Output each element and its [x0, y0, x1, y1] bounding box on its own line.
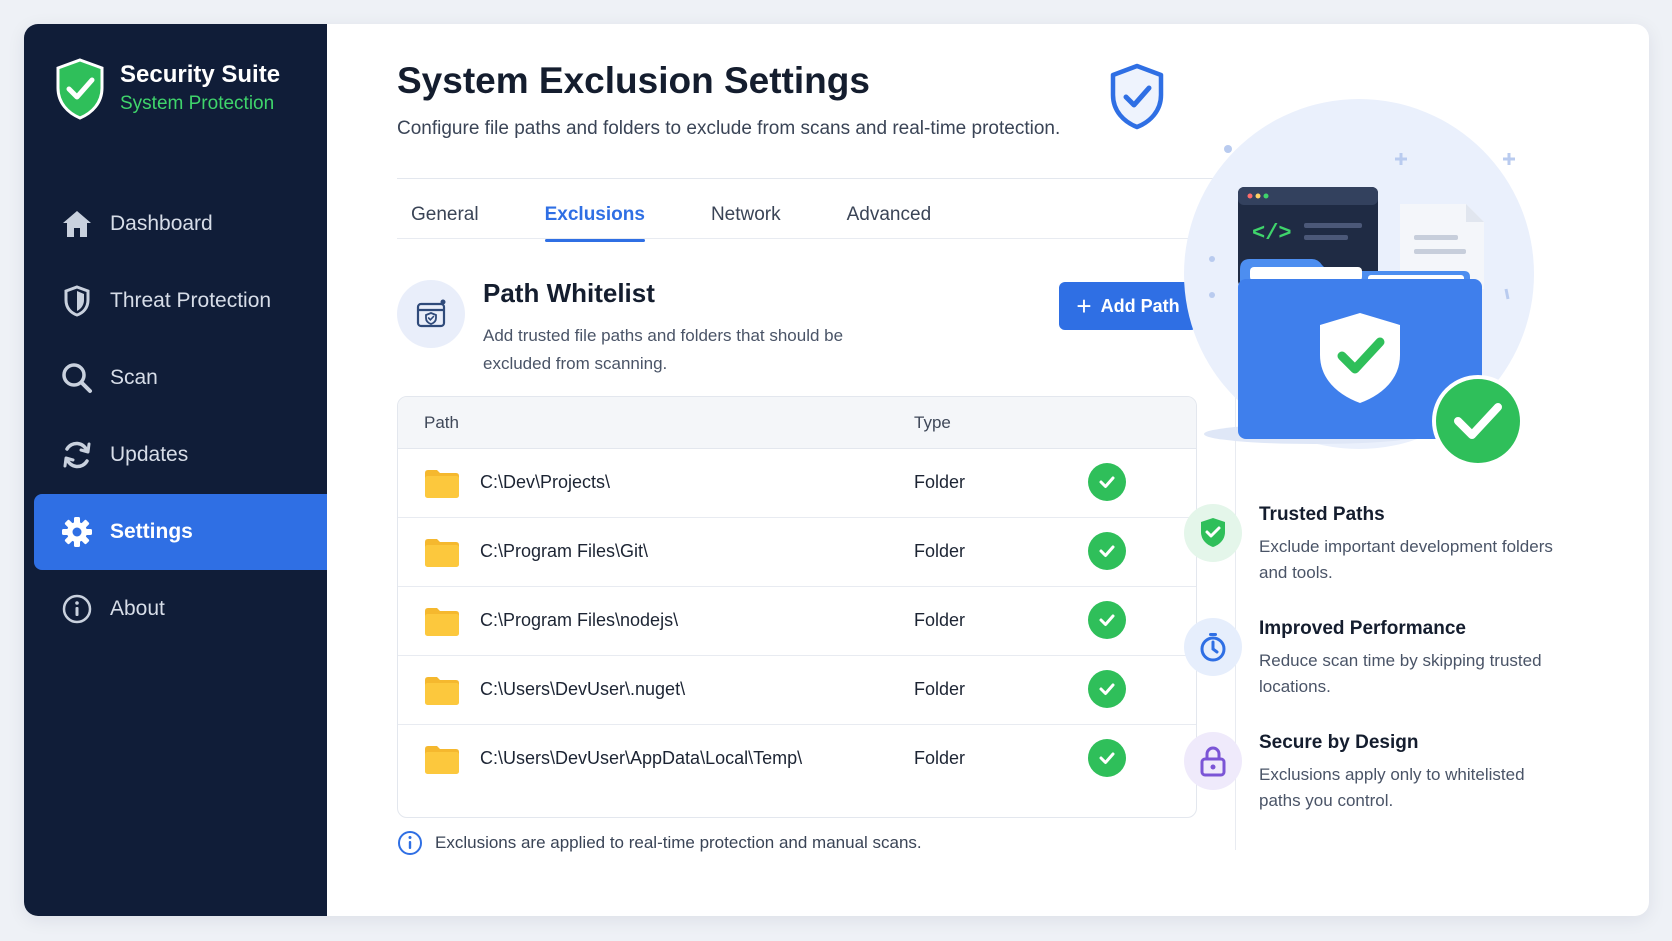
settings-tabs: General Exclusions Network Advanced [397, 204, 983, 242]
feature-title: Secure by Design [1259, 732, 1419, 753]
app-window: Security Suite System Protection Dashboa… [24, 24, 1649, 916]
plus-icon: + [1076, 291, 1092, 321]
tab-general[interactable]: General [397, 204, 493, 242]
type-cell: Folder [914, 748, 966, 768]
lock-icon [1184, 732, 1242, 790]
page-subtitle: Configure file paths and folders to excl… [397, 118, 1061, 139]
column-header-type: Type [914, 413, 951, 432]
page-title: System Exclusion Settings [397, 60, 870, 101]
feature-description: Reduce scan time by skipping trusted loc… [1259, 651, 1542, 696]
path-cell: C:\Dev\Projects\ [480, 472, 611, 492]
sidebar: Security Suite System Protection Dashboa… [24, 24, 327, 916]
brand-title: Security Suite [120, 61, 281, 88]
shield-check-icon [1184, 504, 1242, 562]
stopwatch-icon [1184, 618, 1242, 676]
feature-description: Exclude important development folders an… [1259, 537, 1553, 582]
shield-icon [60, 284, 94, 318]
info-icon [398, 831, 422, 855]
sidebar-item-label: Scan [110, 366, 158, 389]
check-icon [1088, 463, 1126, 501]
sidebar-item-label: Updates [110, 443, 189, 466]
check-icon [1088, 601, 1126, 639]
sidebar-item-label: Dashboard [110, 212, 213, 235]
secure-folder-illustration: </> [1184, 99, 1534, 467]
sidebar-item-threat-protection[interactable]: Threat Protection [34, 263, 327, 339]
footer-note: Exclusions are applied to real-time prot… [397, 830, 922, 856]
shield-check-logo-icon [56, 58, 104, 120]
type-cell: Folder [914, 472, 966, 492]
feature-title: Trusted Paths [1259, 504, 1385, 525]
home-icon [60, 207, 94, 241]
column-header-path: Path [424, 413, 459, 432]
search-icon [60, 361, 94, 395]
sidebar-item-dashboard[interactable]: Dashboard [34, 186, 327, 262]
sidebar-item-label: Threat Protection [110, 289, 272, 312]
table-header: Path Type [398, 397, 1196, 449]
tab-network[interactable]: Network [697, 204, 795, 242]
sidebar-item-updates[interactable]: Updates [34, 417, 327, 493]
type-cell: Folder [914, 541, 966, 561]
refresh-icon [60, 438, 94, 472]
feature-description: Exclusions apply only to whitelisted pat… [1259, 765, 1525, 810]
svg-text:</>: </> [1252, 221, 1292, 246]
table-row[interactable]: C:\Users\DevUser\AppData\Local\Temp\ Fold… [398, 725, 1196, 794]
sidebar-nav: Dashboard Threat Protection Scan Updates [34, 186, 327, 648]
folder-icon [425, 746, 459, 774]
folder-icon [425, 677, 459, 705]
check-icon [1088, 739, 1126, 777]
tab-advanced[interactable]: Advanced [833, 204, 946, 242]
table-row[interactable]: C:\Users\DevUser\.nuget\ Folder [398, 656, 1196, 725]
path-cell: C:\Users\DevUser\AppData\Local\Temp\ [480, 748, 803, 768]
type-cell: Folder [914, 679, 966, 699]
folder-shield-icon [397, 280, 465, 348]
path-cell: C:\Program Files\nodejs\ [480, 610, 679, 630]
sidebar-item-settings[interactable]: Settings [34, 494, 327, 570]
gear-icon [60, 515, 94, 549]
table-row[interactable]: C:\Program Files\nodejs\ Folder [398, 587, 1196, 656]
feature-title: Improved Performance [1259, 618, 1466, 639]
sidebar-item-label: Settings [110, 520, 193, 543]
path-cell: C:\Users\DevUser\.nuget\ [480, 679, 686, 699]
check-icon [1088, 532, 1126, 570]
folder-icon [425, 470, 459, 498]
path-whitelist-description: Add trusted file paths and folders that … [483, 326, 844, 373]
footer-note-text: Exclusions are applied to real-time prot… [435, 833, 922, 852]
brand-subtitle: System Protection [120, 93, 275, 114]
exclusions-table: Path Type C:\Dev\Projects\ Folder C:\Progr… [397, 396, 1197, 818]
path-whitelist-title: Path Whitelist [483, 278, 655, 308]
brand: Security Suite System Protection [54, 58, 280, 120]
sidebar-item-scan[interactable]: Scan [34, 340, 327, 416]
tab-exclusions[interactable]: Exclusions [531, 204, 659, 242]
path-cell: C:\Program Files\Git\ [480, 541, 649, 561]
folder-icon [425, 608, 459, 636]
check-icon [1088, 670, 1126, 708]
type-cell: Folder [914, 610, 966, 630]
folder-icon [425, 539, 459, 567]
info-icon [60, 592, 94, 626]
header-divider [397, 178, 1237, 179]
table-row[interactable]: C:\Program Files\Git\ Folder [398, 518, 1196, 587]
sidebar-item-about[interactable]: About [34, 571, 327, 647]
tabs-divider [397, 238, 1237, 239]
table-row[interactable]: C:\Dev\Projects\ Folder [398, 449, 1196, 518]
sidebar-item-label: About [110, 597, 165, 620]
table-body: C:\Dev\Projects\ Folder C:\Program Files\G… [398, 449, 1196, 794]
